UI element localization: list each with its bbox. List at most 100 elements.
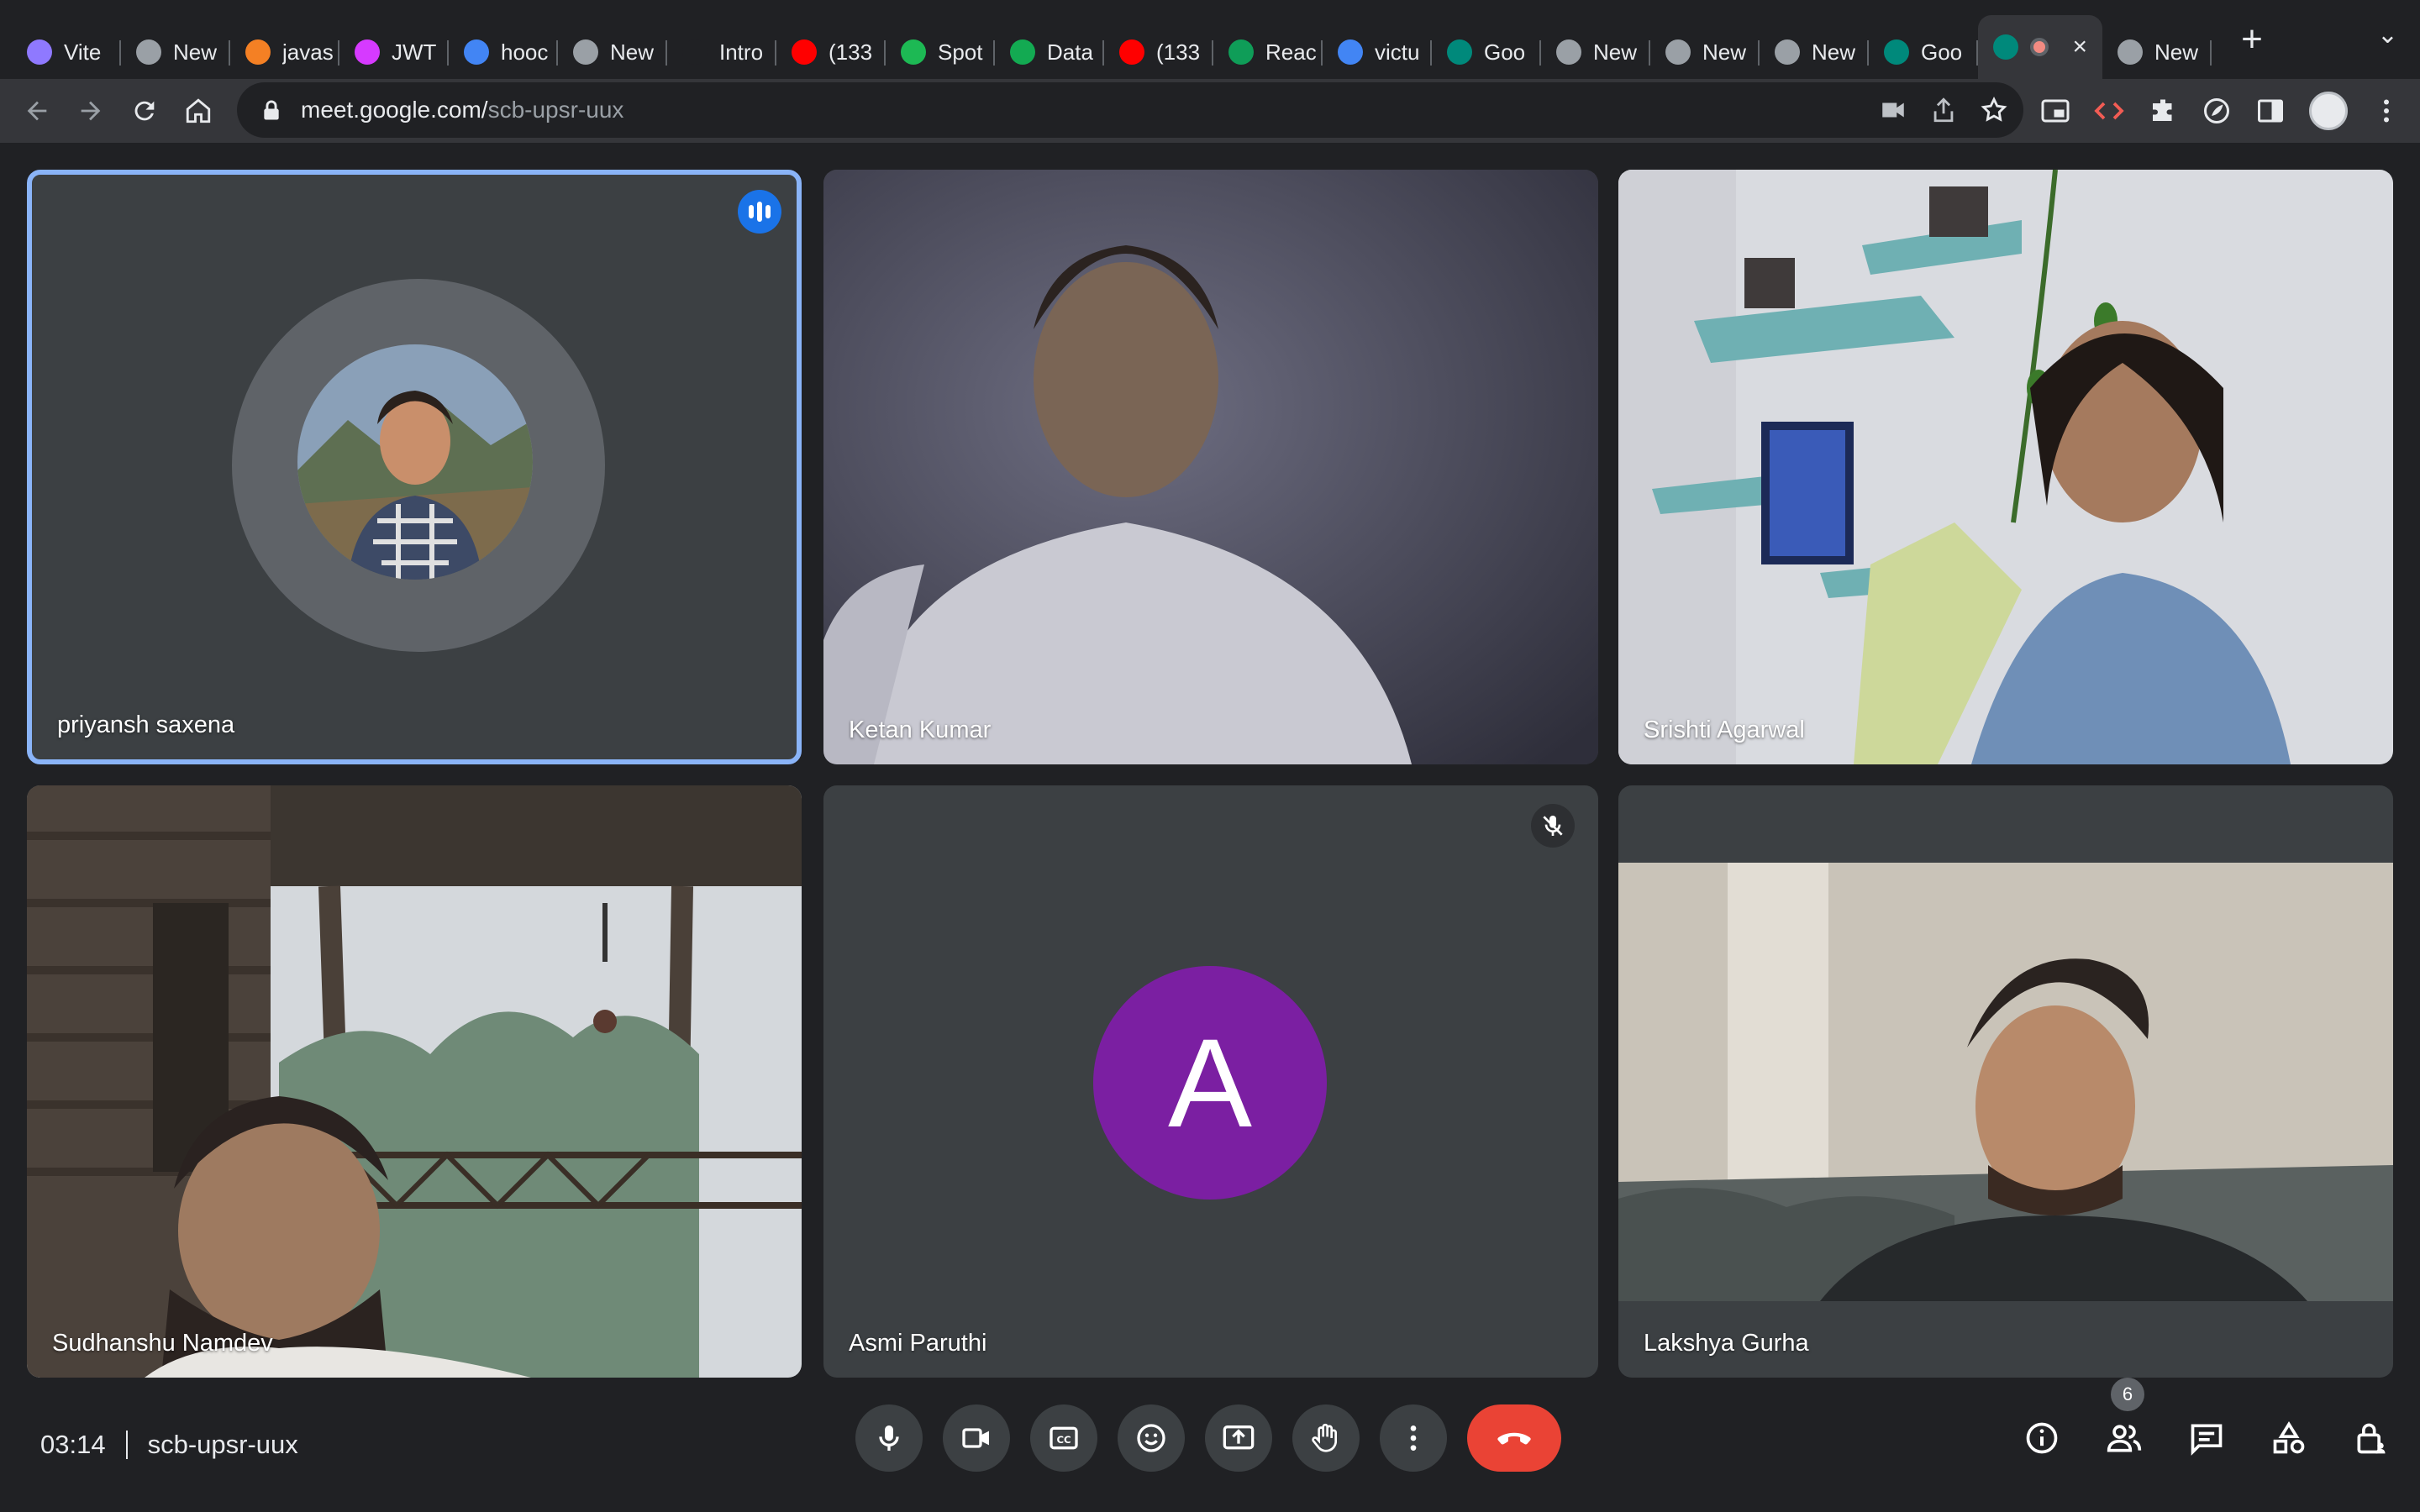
browser-tab[interactable]: New — [121, 25, 230, 79]
more-options-button[interactable] — [1380, 1404, 1447, 1472]
new-tab-button[interactable]: + — [2228, 16, 2275, 63]
participant-tile-priyansh[interactable]: priyansh saxena — [27, 170, 802, 764]
profile-avatar[interactable] — [2309, 92, 2348, 130]
present-screen-button[interactable] — [1205, 1404, 1272, 1472]
people-icon — [2107, 1425, 2142, 1452]
home-button[interactable] — [171, 84, 225, 138]
hang-up-icon — [1497, 1432, 1531, 1445]
browser-tab[interactable]: New — [1760, 25, 1869, 79]
google-icon — [1338, 39, 1363, 65]
browser-tab[interactable]: New — [558, 25, 667, 79]
stackoverflow-icon — [245, 39, 271, 65]
tab-list: Vite New javas JWT hooc New Intro (133 Spot Data (… — [12, 0, 2212, 79]
browser-menu-icon[interactable] — [2371, 96, 2402, 126]
tab-title: New — [610, 39, 655, 65]
people-button[interactable]: 6 — [2092, 1378, 2156, 1472]
host-controls-button[interactable] — [2339, 1404, 2403, 1472]
browser-tab[interactable]: Goo — [1869, 25, 1978, 79]
browser-tab[interactable]: × — [1978, 15, 2102, 79]
leaf-extension-icon[interactable] — [2202, 96, 2232, 126]
raise-hand-button[interactable] — [1292, 1404, 1360, 1472]
chrome-icon — [136, 39, 161, 65]
meeting-details: 03:14 scb-upsr-uux — [40, 1378, 298, 1512]
participant-tile-sudhanshu[interactable]: Sudhanshu Namdev — [27, 785, 802, 1378]
tab-title: Goo — [1921, 39, 1963, 65]
participant-video — [1618, 170, 2393, 764]
people-count-badge: 6 — [2111, 1378, 2144, 1411]
meeting-side-controls: 6 — [2010, 1378, 2403, 1472]
youtube-icon — [1119, 39, 1144, 65]
address-bar[interactable]: meet.google.com/scb-upsr-uux — [237, 82, 2023, 138]
picture-in-picture-icon[interactable] — [2040, 96, 2070, 126]
chat-button[interactable] — [2175, 1404, 2238, 1472]
bookmark-star-icon[interactable] — [1980, 96, 2008, 124]
browser-tab[interactable]: New — [2102, 25, 2212, 79]
tab-title: Spot — [938, 39, 983, 65]
participant-tile-ketan[interactable]: Ketan Kumar — [823, 170, 1598, 764]
participant-name: Ketan Kumar — [849, 717, 992, 743]
browser-tab[interactable]: hooc — [449, 25, 558, 79]
browser-tab[interactable]: javas — [230, 25, 339, 79]
close-tab-icon[interactable]: × — [2072, 33, 2087, 61]
chat-icon — [2191, 1424, 2223, 1456]
avatar: A — [1093, 966, 1327, 1200]
tab-title: (133 — [829, 39, 873, 65]
raise-hand-icon — [1312, 1423, 1337, 1452]
reactions-button[interactable] — [1118, 1404, 1185, 1472]
camera-button[interactable] — [943, 1404, 1010, 1472]
participant-tile-srishti[interactable]: Srishti Agarwal — [1618, 170, 2393, 764]
forward-button[interactable] — [64, 84, 118, 138]
chrome-icon — [1775, 39, 1800, 65]
camera-icon — [962, 1428, 989, 1448]
meeting-details-button[interactable] — [2010, 1404, 2074, 1472]
meet-icon — [1884, 39, 1909, 65]
side-panel-icon[interactable] — [2255, 96, 2286, 126]
divider — [125, 1431, 128, 1459]
browser-tab[interactable]: Intro — [667, 25, 776, 79]
captions-button[interactable]: CC — [1030, 1404, 1097, 1472]
browser-tab[interactable]: (133 — [776, 25, 886, 79]
browser-tab[interactable]: Vite — [12, 25, 121, 79]
meet-control-bar: 03:14 scb-upsr-uux CC 6 — [0, 1378, 2420, 1512]
browser-tab[interactable]: JWT — [339, 25, 449, 79]
browser-tab[interactable]: (133 — [1104, 25, 1213, 79]
tab-title: hooc — [501, 39, 549, 65]
jwt-icon — [355, 39, 380, 65]
activities-shapes-icon — [2273, 1421, 2305, 1454]
tab-title: Intro — [719, 39, 764, 65]
browser-tab[interactable]: Data — [995, 25, 1104, 79]
tab-title: Goo — [1484, 39, 1526, 65]
back-button[interactable] — [10, 84, 64, 138]
leave-call-button[interactable] — [1467, 1404, 1561, 1472]
browser-tab[interactable]: Spot — [886, 25, 995, 79]
microphone-button[interactable] — [855, 1404, 923, 1472]
camera-in-use-icon[interactable] — [1879, 96, 1907, 124]
medium-icon — [682, 39, 708, 65]
extensions-puzzle-icon[interactable] — [2148, 96, 2178, 126]
browser-tab[interactable]: victu — [1323, 25, 1432, 79]
tab-title: New — [173, 39, 218, 65]
recording-dot-icon — [2030, 38, 2049, 56]
tab-title: victu — [1375, 39, 1420, 65]
host-lock-icon — [2357, 1423, 2386, 1454]
lock-icon — [264, 100, 279, 120]
browser-tab[interactable]: New — [1650, 25, 1760, 79]
browser-tab[interactable]: Goo — [1432, 25, 1541, 79]
activities-button[interactable] — [2257, 1404, 2321, 1472]
profile-photo-image — [297, 344, 533, 580]
browser-tab[interactable]: New — [1541, 25, 1650, 79]
url-path: scb-upsr-uux — [487, 97, 624, 123]
chrome-icon — [573, 39, 598, 65]
tab-search-chevron-icon[interactable]: ⌄ — [2377, 20, 2398, 50]
spotify-icon — [901, 39, 926, 65]
code-extension-icon[interactable] — [2094, 96, 2124, 126]
emoji-icon — [1137, 1424, 1165, 1452]
tab-title: javas — [282, 39, 334, 65]
share-icon[interactable] — [1929, 96, 1958, 124]
forward-arrow-icon — [81, 101, 101, 121]
reload-button[interactable] — [118, 84, 171, 138]
participant-tile-lakshya[interactable]: Lakshya Gurha — [1618, 785, 2393, 1378]
participant-name: Srishti Agarwal — [1644, 717, 1805, 743]
browser-tab[interactable]: Reac — [1213, 25, 1323, 79]
participant-tile-asmi[interactable]: A Asmi Paruthi — [823, 785, 1598, 1378]
